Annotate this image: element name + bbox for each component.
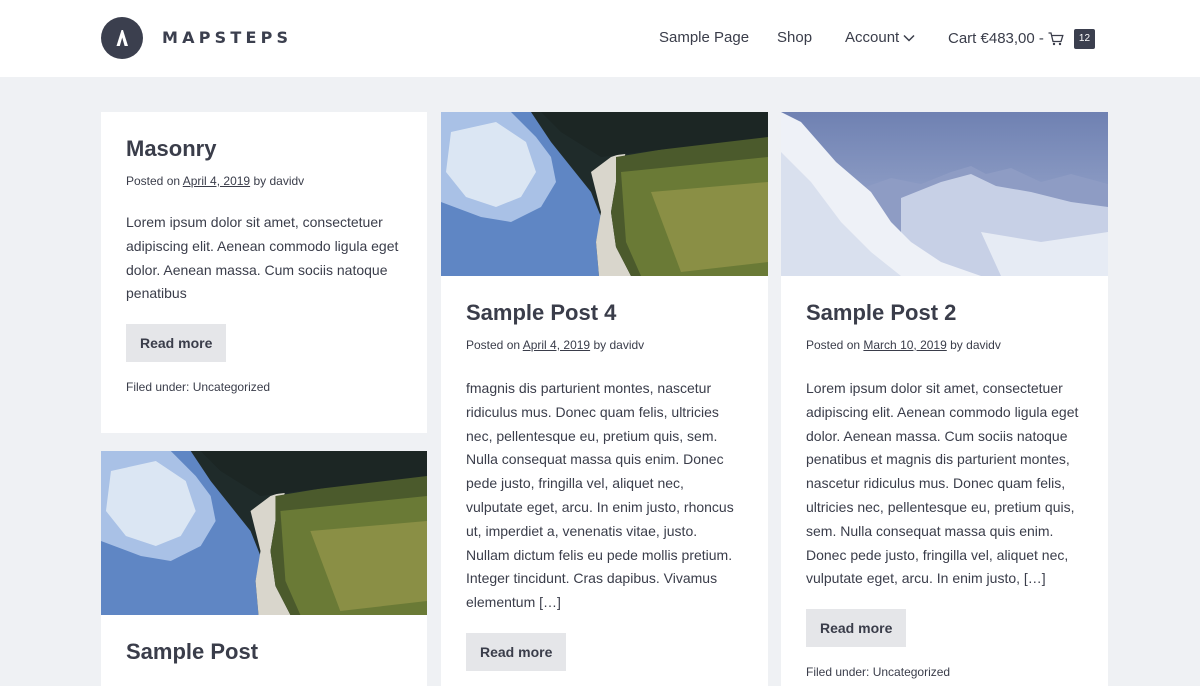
meta-prefix: Posted on xyxy=(126,174,181,188)
nav-sample-page[interactable]: Sample Page xyxy=(659,29,749,47)
post-title[interactable]: Sample Post 2 xyxy=(806,300,1083,326)
post-card-sample-post-2: Sample Post 2 Posted on March 10, 2019 b… xyxy=(781,112,1108,686)
meta-by: by xyxy=(593,338,607,352)
category-link[interactable]: Uncategorized xyxy=(193,380,270,394)
featured-image-lake-forest[interactable] xyxy=(441,112,768,276)
post-excerpt: Lorem ipsum dolor sit amet, consectetuer… xyxy=(806,380,1079,587)
cart-icon xyxy=(1048,32,1064,46)
post-meta: Posted on March 10, 2019 by davidv xyxy=(806,338,1083,353)
meta-by: by xyxy=(253,174,267,188)
meta-prefix: Posted on xyxy=(806,338,861,352)
post-date-link[interactable]: April 4, 2019 xyxy=(523,338,590,352)
meta-by: by xyxy=(950,338,963,352)
filed-prefix: Filed under: xyxy=(126,380,190,395)
site-header: MAPSTEPS Sample Page Shop Account Cart €… xyxy=(0,0,1200,77)
nav-shop[interactable]: Shop xyxy=(777,29,812,47)
post-card-sample-post: Sample Post xyxy=(101,451,427,686)
logo-mark[interactable] xyxy=(101,17,143,59)
post-title[interactable]: Sample Post 4 xyxy=(466,300,743,326)
nav-account-label: Account xyxy=(845,29,900,46)
post-meta: Posted on April 4, 2019 by davidv xyxy=(466,338,743,353)
nav-account[interactable]: Account xyxy=(845,29,915,47)
post-title[interactable]: Masonry xyxy=(126,136,402,162)
post-meta: Posted on April 4, 2019 by davidv xyxy=(126,174,402,189)
featured-image-lake-forest[interactable] xyxy=(101,451,427,615)
post-card-sample-post-4: Sample Post 4 Posted on April 4, 2019 by… xyxy=(441,112,768,686)
post-filed-under: Filed under: Uncategorized xyxy=(806,665,1083,680)
meta-prefix: Posted on xyxy=(466,338,521,352)
featured-image-snowy-mountains[interactable] xyxy=(781,112,1108,276)
read-more-button[interactable]: Read more xyxy=(466,632,567,671)
chevron-down-icon xyxy=(903,34,915,42)
post-card-masonry: Masonry Posted on April 4, 2019 by david… xyxy=(101,112,427,433)
post-author[interactable]: davidv xyxy=(609,338,644,352)
read-more-button[interactable]: Read more xyxy=(126,324,227,363)
cart-label: Cart €483,00 - xyxy=(948,30,1044,47)
category-link[interactable]: Uncategorized xyxy=(873,665,950,679)
nav-cart[interactable]: Cart €483,00 - 12 xyxy=(948,29,1096,49)
logo-icon xyxy=(116,30,128,46)
post-title[interactable]: Sample Post xyxy=(126,639,402,665)
cart-count-badge: 12 xyxy=(1073,29,1096,49)
filed-prefix: Filed under: xyxy=(806,665,870,680)
post-author[interactable]: davidv xyxy=(966,338,1001,352)
post-author[interactable]: davidv xyxy=(269,174,304,188)
site-logo-text[interactable]: MAPSTEPS xyxy=(162,29,292,47)
post-filed-under: Filed under: Uncategorized xyxy=(126,380,402,395)
post-excerpt: Lorem ipsum dolor sit amet, consectetuer… xyxy=(126,214,399,302)
post-date-link[interactable]: April 4, 2019 xyxy=(183,174,250,188)
read-more-button[interactable]: Read more xyxy=(806,609,907,648)
post-date-link[interactable]: March 10, 2019 xyxy=(863,338,946,352)
post-excerpt: fmagnis dis parturient montes, nascetur … xyxy=(466,380,734,611)
